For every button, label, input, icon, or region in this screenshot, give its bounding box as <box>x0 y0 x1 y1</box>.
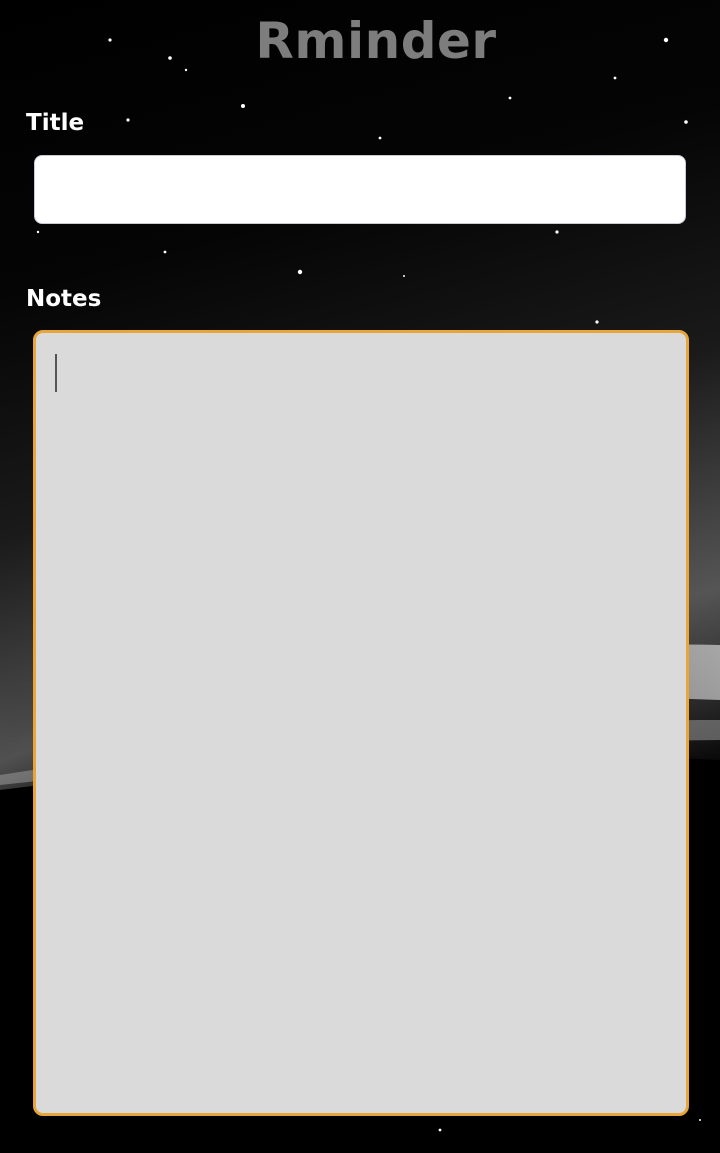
reminder-screen: Rminder Title Notes <box>0 0 720 1153</box>
title-label: Title <box>26 110 85 136</box>
app-title: Rminder <box>255 12 497 70</box>
title-input[interactable] <box>34 155 686 224</box>
notes-textarea[interactable] <box>33 330 689 1116</box>
text-cursor <box>55 354 57 392</box>
notes-label: Notes <box>26 286 102 312</box>
